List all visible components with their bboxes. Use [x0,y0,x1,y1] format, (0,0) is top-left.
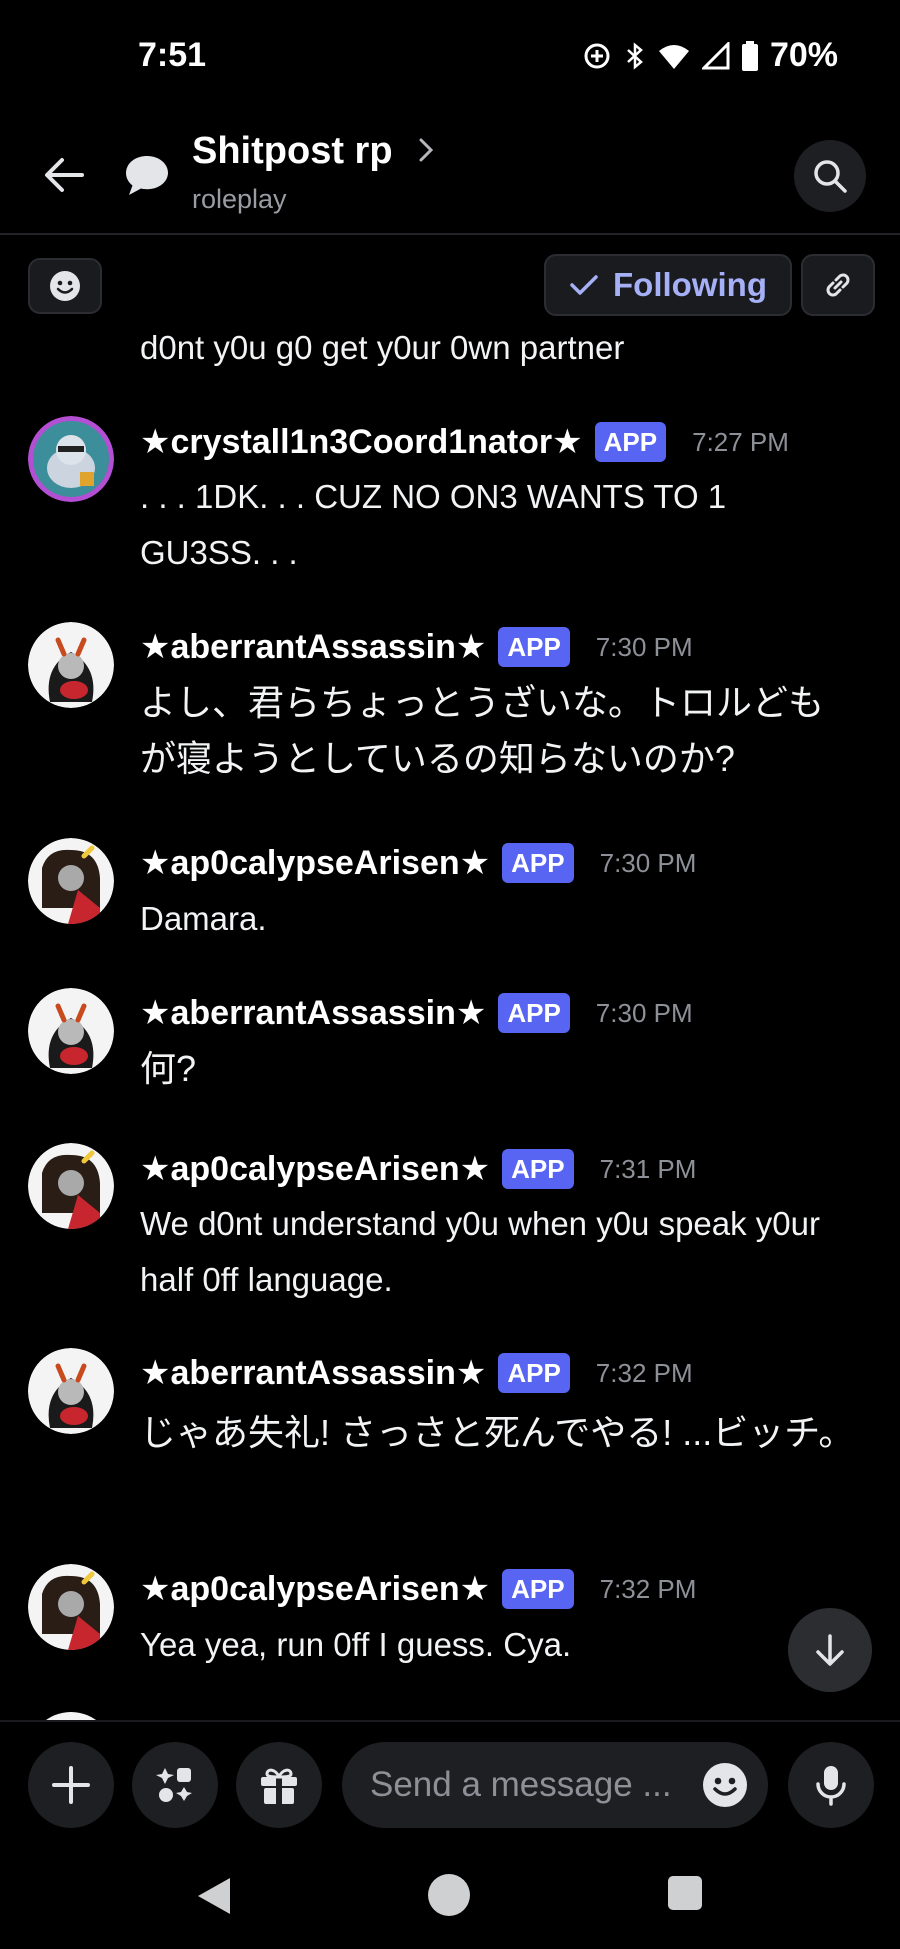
avatar[interactable] [28,988,114,1074]
battery-percent: 70% [769,36,838,74]
check-icon [570,275,598,295]
avatar[interactable] [28,1348,114,1434]
author-name[interactable]: ★aberrantAssassin★ [140,993,486,1033]
apps-button[interactable] [132,1742,218,1828]
arrow-down-icon [816,1634,844,1666]
gift-icon [261,1768,297,1804]
search-icon [814,160,847,193]
timestamp: 7:30 PM [595,631,693,662]
message-text: Yea yea, run 0ff I guess. Cya. [140,1626,572,1663]
message-header: ★ap0calypseArisen★ APP 7:32 PM [140,1569,696,1609]
signal-icon [701,41,730,69]
back-arrow-icon [45,158,84,192]
back-button[interactable] [28,145,98,205]
author-name[interactable]: ★ap0calypseArisen★ [140,843,490,883]
message-header: ★ap0calypseArisen★ APP 7:30 PM [140,843,696,883]
copy-link-button[interactable] [801,254,875,316]
apps-icon [156,1768,192,1802]
author-name[interactable]: ★ap0calypseArisen★ [140,1149,490,1189]
app-badge: APP [502,1149,574,1189]
channel-title[interactable]: Shitpost rp [192,130,393,173]
data-saver-icon [584,43,610,68]
message-text: . . . 1DK. . . CUZ NO ON3 WANTS TO 1 GU3… [140,478,727,571]
timestamp: 7:27 PM [692,426,789,457]
message-input[interactable] [370,1742,690,1828]
nav-home-button[interactable] [428,1874,470,1916]
following-label: Following [613,266,767,303]
avatar-partial [28,1712,114,1720]
gift-button[interactable] [236,1742,322,1828]
message-header: ★aberrantAssassin★ APP 7:32 PM [140,1353,693,1393]
emoji-icon[interactable] [702,1762,748,1808]
battery-icon [741,40,758,71]
chevron-right-icon[interactable] [418,137,434,163]
message-text: Damara. [140,900,267,937]
avatar[interactable] [28,416,114,502]
following-button[interactable]: Following [544,254,792,316]
link-icon [826,273,850,297]
message-header: ★ap0calypseArisen★ APP 7:31 PM [140,1149,696,1189]
channel-subtitle: roleplay [192,184,287,214]
composer-divider [0,1720,900,1722]
message-text: よし、君らちょっとうざいな。トロルどもが寝ようとしているの知らないのか? [140,682,825,779]
app-badge: APP [502,1569,574,1609]
wifi-icon [658,44,689,69]
emoji-icon [50,271,80,301]
reaction-button[interactable] [28,258,102,314]
plus-icon [52,1766,90,1804]
microphone-icon [816,1766,846,1806]
avatar[interactable] [28,1564,114,1650]
timestamp: 7:30 PM [599,847,697,878]
thread-icon [126,156,168,195]
app-badge: APP [594,422,667,462]
message-input-container [342,1742,768,1828]
app-badge: APP [498,627,570,667]
author-name[interactable]: ★ap0calypseArisen★ [140,1569,490,1609]
search-button[interactable] [794,140,866,212]
bluetooth-icon [627,41,643,70]
app-badge: APP [498,1353,570,1393]
scroll-to-bottom-button[interactable] [788,1608,872,1692]
timestamp: 7:31 PM [599,1153,697,1184]
avatar[interactable] [28,838,114,924]
nav-recents-button[interactable] [668,1876,702,1910]
header-divider [0,233,900,235]
status-icons: 70% [582,36,838,75]
message-header: ★aberrantAssassin★ APP 7:30 PM [140,993,693,1033]
author-name[interactable]: ★aberrantAssassin★ [140,627,486,667]
nav-back-icon[interactable] [196,1876,232,1916]
add-attachment-button[interactable] [28,1742,114,1828]
voice-message-button[interactable] [788,1742,874,1828]
author-name[interactable]: ★aberrantAssassin★ [140,1353,486,1393]
timestamp: 7:32 PM [595,1357,693,1388]
message-header: ★crystall1n3Coord1nator★ APP 7:27 PM [140,422,789,462]
app-badge: APP [498,993,570,1033]
status-time: 7:51 [138,36,207,74]
message-text: We d0nt understand y0u when y0u speak y0… [140,1205,820,1298]
message-text: じゃあ失礼! さっさと死んでやる! ...ビッチ。 [140,1412,855,1453]
app-badge: APP [502,843,574,883]
avatar[interactable] [28,1143,114,1229]
author-name[interactable]: ★crystall1n3Coord1nator★ [140,422,583,462]
avatar[interactable] [28,622,114,708]
message-text: d0nt y0u g0 get y0ur 0wn partner [140,329,625,366]
timestamp: 7:30 PM [595,997,693,1028]
timestamp: 7:32 PM [599,1573,697,1604]
message-header: ★aberrantAssassin★ APP 7:30 PM [140,627,693,667]
message-text: 何? [140,1048,197,1089]
